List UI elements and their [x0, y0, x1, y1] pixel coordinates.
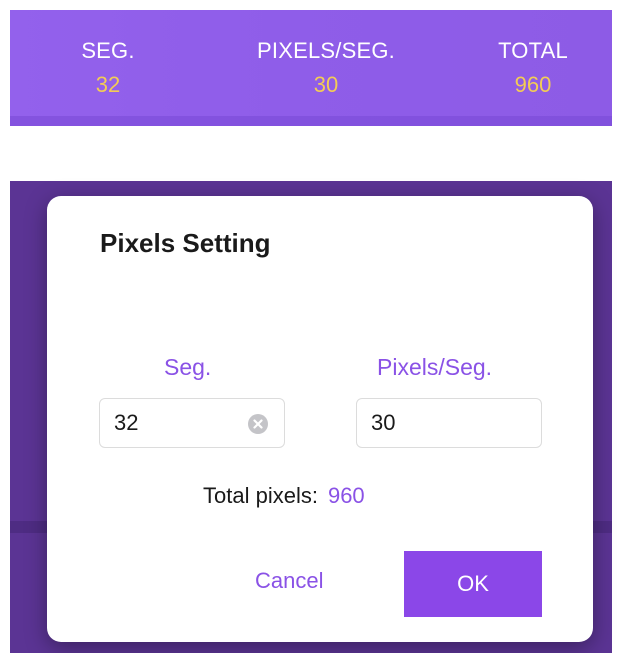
total-pixels-label: Total pixels:	[203, 483, 318, 508]
ok-button-label: OK	[457, 571, 489, 596]
seg-input-value: 32	[114, 410, 139, 435]
total-pixels-row: Total pixels: 960	[203, 483, 365, 509]
dialog-title: Pixels Setting	[100, 228, 271, 258]
stat-total: TOTAL 960	[483, 38, 583, 100]
clear-icon[interactable]	[248, 414, 268, 434]
page: SEG. 32 PIXELS/SEG. 30 TOTAL 960 Pixels …	[0, 0, 625, 653]
stats-bar: SEG. 32 PIXELS/SEG. 30 TOTAL 960	[10, 10, 612, 126]
ok-button[interactable]: OK	[404, 551, 542, 617]
seg-input[interactable]: 32	[99, 398, 285, 448]
pixels-per-seg-input-value: 30	[371, 410, 396, 435]
stat-segments: SEG. 32	[78, 38, 138, 100]
stat-segments-label: SEG.	[81, 38, 135, 63]
pixels-per-seg-field-label: Pixels/Seg.	[377, 354, 493, 380]
total-pixels-value: 960	[327, 483, 365, 508]
seg-field-label: Seg.	[164, 354, 212, 380]
stats-bar-shade	[10, 116, 612, 126]
stat-pixels-per-seg-value: 30	[313, 72, 339, 97]
stat-pixels-per-seg-label: PIXELS/SEG.	[257, 38, 395, 63]
pixels-setting-dialog: Pixels Setting Seg. Pixels/Seg. 32 30 To…	[47, 196, 593, 642]
stat-total-label: TOTAL	[498, 38, 568, 63]
stat-segments-value: 32	[95, 72, 121, 97]
pixels-per-seg-input[interactable]: 30	[356, 398, 542, 448]
stat-pixels-per-seg: PIXELS/SEG. 30	[241, 38, 411, 100]
cancel-button[interactable]: Cancel	[255, 568, 323, 594]
stat-total-value: 960	[514, 72, 552, 97]
